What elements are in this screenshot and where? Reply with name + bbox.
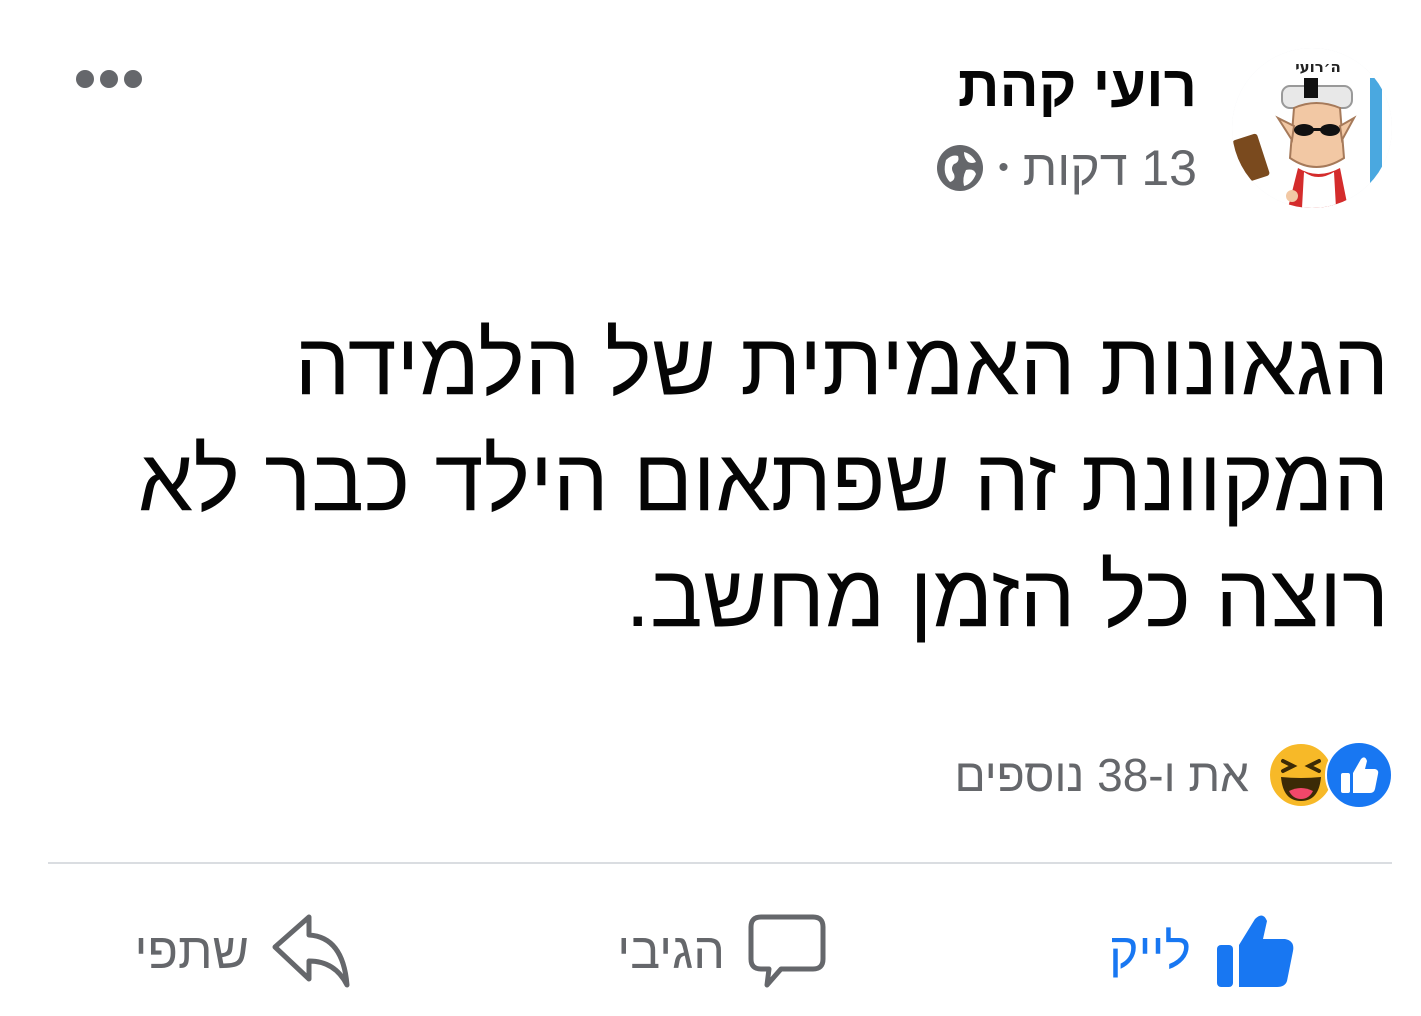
- reactions-row[interactable]: את ו-38 נוספים: [954, 738, 1393, 812]
- comment-bubble-icon: [748, 914, 826, 988]
- comment-label: הגיבי: [617, 923, 725, 979]
- divider: [48, 862, 1392, 864]
- comment-button[interactable]: הגיבי: [617, 906, 827, 996]
- author-avatar[interactable]: ה׳רועי: [1232, 48, 1392, 208]
- reactions-summary[interactable]: את ו-38 נוספים: [954, 748, 1249, 802]
- like-reaction-icon: [1325, 741, 1393, 809]
- share-button[interactable]: שתפי: [134, 906, 351, 996]
- post-time[interactable]: 13 דקות: [1023, 139, 1197, 197]
- avatar-caption: ה׳רועי: [1295, 58, 1341, 76]
- like-label: לייק: [1109, 923, 1191, 979]
- meta-separator: •: [998, 151, 1009, 184]
- share-arrow-icon: [272, 914, 350, 988]
- share-label: שתפי: [134, 923, 249, 979]
- post-text: הגאונות האמיתית של הלמידה המקוונת זה שפת…: [138, 314, 1389, 645]
- avatar-cartoon-image: ה׳רועי: [1232, 48, 1392, 208]
- like-button[interactable]: לייק: [1109, 906, 1297, 996]
- author-name[interactable]: רועי קהת: [958, 52, 1197, 122]
- post-meta: 13 דקות •: [936, 140, 1197, 196]
- more-options-icon[interactable]: [74, 64, 144, 94]
- globe-icon[interactable]: [936, 144, 984, 192]
- thumbs-up-icon: [1217, 915, 1294, 987]
